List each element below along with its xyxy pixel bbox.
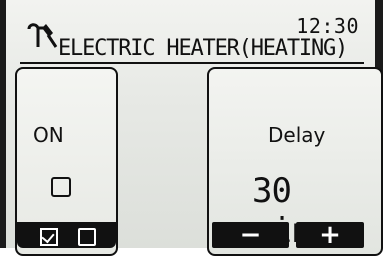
- delay-label: Delay: [268, 123, 326, 147]
- header-divider: [20, 62, 364, 64]
- plus-icon: +: [319, 220, 341, 250]
- status-label: ON: [33, 123, 64, 147]
- minus-icon: −: [239, 220, 262, 250]
- increase-button[interactable]: +: [296, 220, 364, 250]
- controller-screen: 12:30 ELECTRIC HEATER(HEATING) ON Delay …: [0, 0, 383, 256]
- tools-icon: [27, 23, 58, 48]
- uncheck-button-icon[interactable]: [78, 228, 96, 246]
- page-title: ELECTRIC HEATER(HEATING): [58, 36, 348, 61]
- status-checkbox[interactable]: [51, 177, 71, 197]
- check-button-icon[interactable]: [40, 228, 58, 246]
- decrease-button[interactable]: −: [212, 220, 289, 250]
- clock: 12:30: [296, 14, 359, 38]
- toggle-button-bar: [17, 222, 116, 248]
